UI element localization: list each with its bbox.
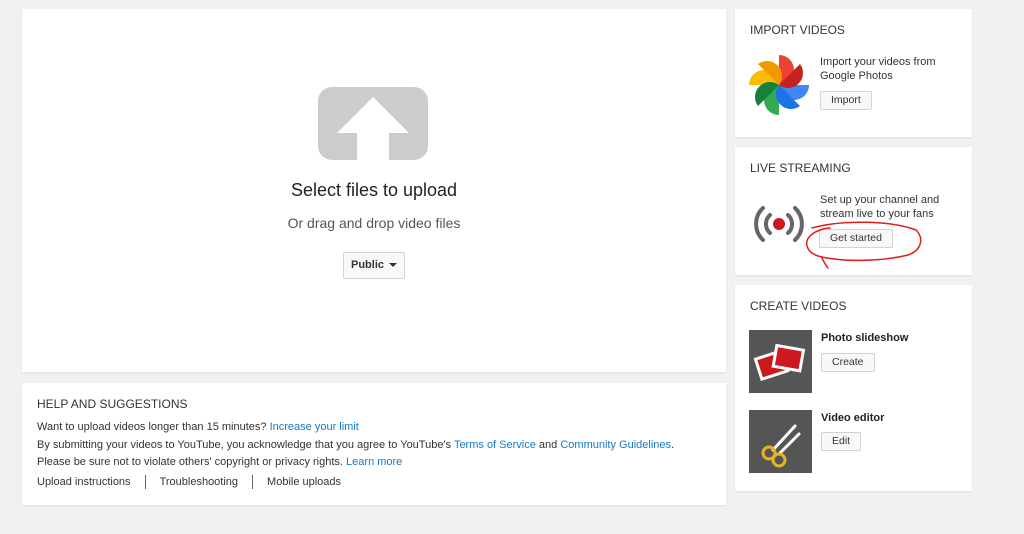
help-title: HELP AND SUGGESTIONS <box>37 397 188 411</box>
help-links: Upload instructions Troubleshooting Mobi… <box>37 475 341 489</box>
video-editor-thumb[interactable] <box>749 410 812 473</box>
help-period: . <box>671 439 675 451</box>
live-broadcast-icon <box>754 206 804 242</box>
drag-drop-hint: Or drag and drop video files <box>287 215 461 231</box>
upload-arrow-icon[interactable] <box>318 87 428 160</box>
get-started-button[interactable]: Get started <box>819 229 893 248</box>
live-streaming-panel: LIVE STREAMING Set up your channel and s… <box>735 147 972 275</box>
create-title: CREATE VIDEOS <box>750 299 847 313</box>
privacy-dropdown[interactable]: Public <box>343 252 405 279</box>
help-and-text: and <box>538 439 558 451</box>
live-description: Set up your channel and stream live to y… <box>820 194 940 220</box>
import-videos-panel: IMPORT VIDEOS Import your videos from Go… <box>735 9 972 137</box>
import-button[interactable]: Import <box>820 91 872 110</box>
create-slideshow-button[interactable]: Create <box>821 353 875 372</box>
help-line-terms: By submitting your videos to YouTube, yo… <box>37 439 674 451</box>
divider <box>144 475 146 489</box>
edit-video-button[interactable]: Edit <box>821 432 862 451</box>
photo-slideshow-icon <box>753 343 806 382</box>
import-title: IMPORT VIDEOS <box>750 23 845 37</box>
upload-panel[interactable]: Select files to upload Or drag and drop … <box>22 9 726 372</box>
help-line-limit: Want to upload videos longer than 15 min… <box>37 421 359 433</box>
photo-slideshow-label: Photo slideshow <box>821 332 909 344</box>
divider <box>252 475 254 489</box>
privacy-value: Public <box>350 259 384 271</box>
help-limit-text: Want to upload videos longer than 15 min… <box>37 421 267 433</box>
learn-more-link[interactable]: Learn more <box>346 456 402 468</box>
photo-slideshow-thumb[interactable] <box>749 330 812 393</box>
community-guidelines-link[interactable]: Community Guidelines <box>560 439 671 451</box>
live-title: LIVE STREAMING <box>750 161 851 175</box>
select-files-label[interactable]: Select files to upload <box>22 180 726 201</box>
help-copyright-text: Please be sure not to violate others' co… <box>37 456 343 468</box>
troubleshooting-link[interactable]: Troubleshooting <box>160 476 238 488</box>
help-line-copyright: Please be sure not to violate others' co… <box>37 456 402 468</box>
terms-of-service-link[interactable]: Terms of Service <box>454 439 536 451</box>
increase-limit-link[interactable]: Increase your limit <box>270 421 359 433</box>
scissors-icon <box>761 424 801 468</box>
import-description: Import your videos from Google Photos <box>820 56 936 82</box>
upload-instructions-link[interactable]: Upload instructions <box>37 476 131 488</box>
video-editor-label: Video editor <box>821 412 885 424</box>
google-photos-icon <box>749 55 809 115</box>
caret-down-icon <box>389 263 397 268</box>
create-videos-panel: CREATE VIDEOS Photo slideshow Create Vid… <box>735 285 972 491</box>
help-terms-text: By submitting your videos to YouTube, yo… <box>37 439 452 451</box>
mobile-uploads-link[interactable]: Mobile uploads <box>267 476 341 488</box>
help-panel: HELP AND SUGGESTIONS Want to upload vide… <box>22 383 726 505</box>
